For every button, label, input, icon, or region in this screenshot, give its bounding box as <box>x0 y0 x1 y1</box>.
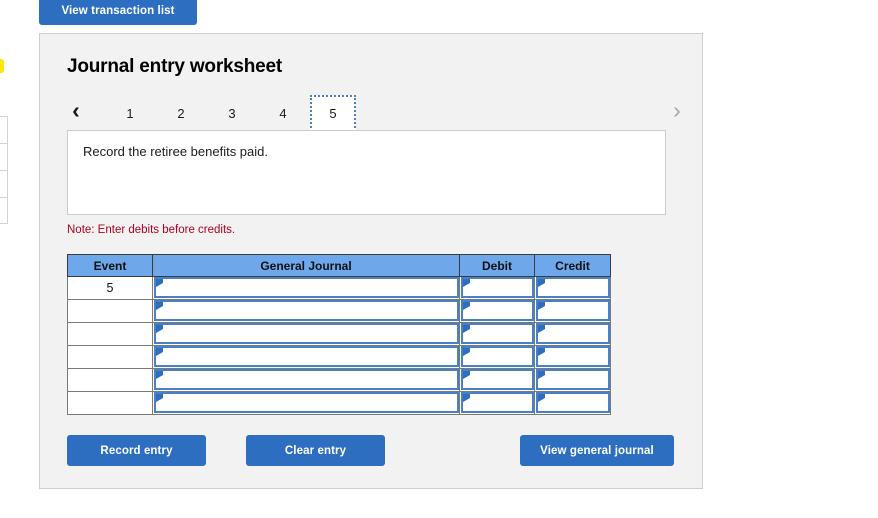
debit-cell <box>459 322 535 346</box>
chevron-left-icon[interactable]: ‹ <box>65 96 87 124</box>
table-row <box>67 299 611 323</box>
dropdown-marker-icon <box>463 279 470 287</box>
event-cell[interactable] <box>67 368 153 392</box>
event-cell[interactable] <box>67 322 153 346</box>
column-header-credit: Credit <box>534 254 611 277</box>
pager-page-3[interactable]: 3 <box>209 95 255 132</box>
pager-page-1[interactable]: 1 <box>107 95 153 132</box>
general-journal-input[interactable] <box>154 323 459 344</box>
table-row <box>0 117 7 144</box>
debit-input[interactable] <box>461 300 534 321</box>
general-journal-input[interactable] <box>154 346 459 367</box>
page-title: Journal entry worksheet <box>67 56 283 77</box>
transaction-description-box: Record the retiree benefits paid. <box>67 130 666 215</box>
credit-input[interactable] <box>536 277 610 298</box>
dropdown-marker-icon <box>156 302 163 310</box>
dropdown-marker-icon <box>538 302 545 310</box>
debit-input[interactable] <box>461 277 534 298</box>
credit-cell <box>534 276 611 300</box>
pager-page-4[interactable]: 4 <box>260 95 306 132</box>
debit-cell <box>459 345 535 369</box>
view-general-journal-button[interactable]: View general journal <box>520 435 674 466</box>
clear-entry-button[interactable]: Clear entry <box>246 435 385 466</box>
credit-input[interactable] <box>536 300 610 321</box>
general-journal-cell <box>152 322 460 346</box>
debit-input[interactable] <box>461 392 534 413</box>
credit-input[interactable] <box>536 369 610 390</box>
event-cell[interactable] <box>67 345 153 369</box>
event-cell[interactable] <box>67 299 153 323</box>
dropdown-marker-icon <box>463 394 470 402</box>
dropdown-marker-icon <box>156 279 163 287</box>
credit-input[interactable] <box>536 323 610 344</box>
debits-before-credits-note: Note: Enter debits before credits. <box>67 224 236 236</box>
table-row <box>0 171 7 198</box>
dropdown-marker-icon <box>156 325 163 333</box>
pager-page-5[interactable]: 5 <box>310 95 356 132</box>
credit-cell <box>534 391 611 415</box>
dropdown-marker-icon <box>538 325 545 333</box>
dropdown-marker-icon <box>463 348 470 356</box>
column-header-general-journal: General Journal <box>152 254 460 277</box>
general-journal-input[interactable] <box>154 300 459 321</box>
general-journal-input[interactable] <box>154 369 459 390</box>
debit-cell <box>459 276 535 300</box>
table-row <box>67 345 611 369</box>
general-journal-input[interactable] <box>154 277 459 298</box>
general-journal-cell <box>152 391 460 415</box>
view-transaction-list-button[interactable]: View transaction list <box>39 0 197 25</box>
journal-entry-table: Event General Journal Debit Credit 5 <box>67 254 611 415</box>
debit-input[interactable] <box>461 369 534 390</box>
table-row <box>67 368 611 392</box>
chevron-right-icon[interactable]: › <box>666 96 688 124</box>
table-row: 5 <box>67 276 611 300</box>
pager-page-2[interactable]: 2 <box>158 95 204 132</box>
general-journal-cell <box>152 345 460 369</box>
dropdown-marker-icon <box>538 394 545 402</box>
dropdown-marker-icon <box>156 371 163 379</box>
debit-cell <box>459 299 535 323</box>
debit-input[interactable] <box>461 323 534 344</box>
general-journal-cell <box>152 299 460 323</box>
dropdown-marker-icon <box>538 279 545 287</box>
general-journal-input[interactable] <box>154 392 459 413</box>
dropdown-marker-icon <box>156 348 163 356</box>
credit-cell <box>534 368 611 392</box>
dropdown-marker-icon <box>538 371 545 379</box>
column-header-debit: Debit <box>459 254 535 277</box>
event-cell[interactable]: 5 <box>67 276 153 300</box>
debit-cell <box>459 391 535 415</box>
credit-cell <box>534 299 611 323</box>
event-cell[interactable] <box>67 391 153 415</box>
dropdown-marker-icon <box>156 394 163 402</box>
highlight-marker <box>0 59 4 73</box>
journal-entry-worksheet-panel: Journal entry worksheet ‹ 1 2 3 4 5 › Re… <box>39 33 703 489</box>
table-row <box>0 144 7 171</box>
debit-cell <box>459 368 535 392</box>
table-row <box>67 322 611 346</box>
transaction-description-text: Record the retiree benefits paid. <box>83 144 268 159</box>
worksheet-pager: ‹ 1 2 3 4 5 › <box>65 89 690 132</box>
clipped-left-table-fragment <box>0 116 8 224</box>
credit-cell <box>534 345 611 369</box>
general-journal-cell <box>152 276 460 300</box>
screen-root: View transaction list Journal entry work… <box>0 0 878 518</box>
credit-input[interactable] <box>536 392 610 413</box>
general-journal-cell <box>152 368 460 392</box>
table-row <box>67 391 611 415</box>
credit-input[interactable] <box>536 346 610 367</box>
debit-input[interactable] <box>461 346 534 367</box>
dropdown-marker-icon <box>538 348 545 356</box>
dropdown-marker-icon <box>463 302 470 310</box>
dropdown-marker-icon <box>463 371 470 379</box>
credit-cell <box>534 322 611 346</box>
table-header-row: Event General Journal Debit Credit <box>67 254 611 277</box>
table-row <box>0 198 7 225</box>
column-header-event: Event <box>67 254 153 277</box>
dropdown-marker-icon <box>463 325 470 333</box>
record-entry-button[interactable]: Record entry <box>67 435 206 466</box>
